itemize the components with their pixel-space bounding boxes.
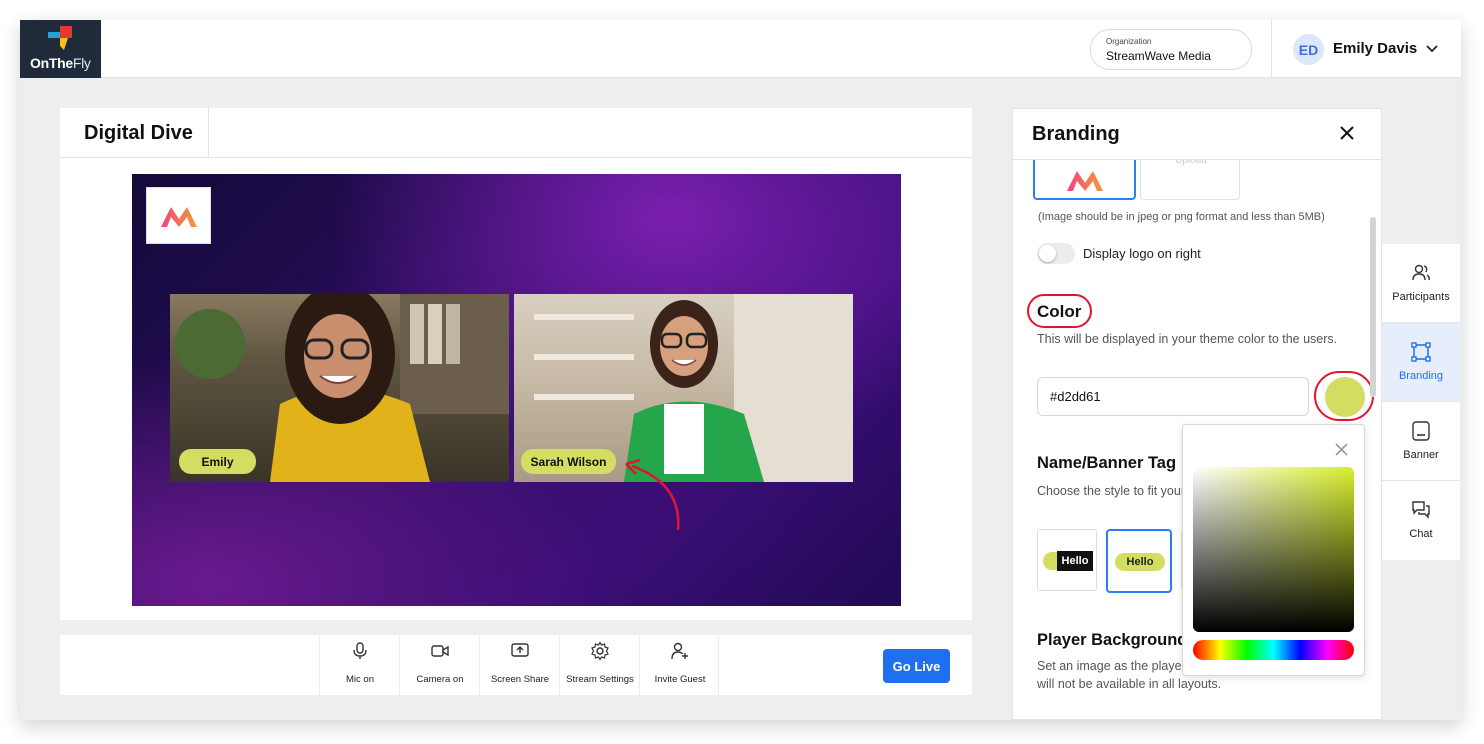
style-preview-text: Hello (1115, 553, 1165, 571)
name-tag: Sarah Wilson (521, 449, 616, 474)
organization-name: StreamWave Media (1106, 49, 1211, 63)
logo-right-toggle[interactable] (1037, 243, 1075, 264)
tag-style-option[interactable]: Hello (1037, 529, 1097, 591)
rail-item-chat[interactable]: Chat (1382, 481, 1460, 560)
invite-guest-button[interactable]: Invite Guest (639, 635, 719, 695)
panel-title: Branding (1032, 123, 1120, 145)
go-live-button[interactable]: Go Live (883, 649, 950, 683)
screen-share-label: Screen Share (490, 674, 550, 685)
toggle-knob (1039, 245, 1056, 262)
mic-label: Mic on (346, 674, 374, 685)
close-icon[interactable] (1338, 124, 1356, 142)
toggle-label: Display logo on right (1083, 246, 1201, 261)
color-picker (1182, 424, 1365, 676)
chevron-down-icon[interactable] (1424, 40, 1440, 56)
color-description: This will be displayed in your theme col… (1037, 332, 1338, 346)
brand-logo (146, 187, 211, 244)
scrollbar[interactable] (1370, 217, 1376, 397)
stage-card: Digital Dive Emily Sarah Wilson (60, 108, 972, 620)
brand-logo-icon (161, 207, 197, 227)
player-background-title: Player Background (1037, 631, 1188, 649)
hue-slider[interactable] (1193, 640, 1354, 660)
rail-label: Participants (1392, 291, 1450, 303)
app-window: OnTheFly Organization StreamWave Media E… (20, 20, 1461, 720)
organization-label: Organization (1106, 37, 1152, 46)
color-swatch-button[interactable] (1325, 377, 1365, 417)
rail-item-participants[interactable]: Participants (1382, 244, 1460, 323)
camera-label: Camera on (416, 674, 464, 685)
chat-icon (1412, 501, 1430, 519)
rail-label: Branding (1398, 370, 1444, 382)
app-logo[interactable]: OnTheFly (20, 20, 101, 78)
name-tag: Emily (179, 449, 256, 474)
rail-label: Chat (1409, 528, 1433, 540)
participants-icon (1412, 264, 1430, 281)
tag-style-option-selected[interactable]: Hello (1106, 529, 1172, 593)
top-bar: OnTheFly Organization StreamWave Media E… (20, 20, 1461, 78)
stream-canvas: Emily Sarah Wilson (132, 174, 901, 606)
stream-settings-button[interactable]: Stream Settings (559, 635, 639, 695)
gear-icon (591, 641, 609, 661)
invite-guest-label: Invite Guest (654, 674, 706, 685)
logo-mark-icon (48, 26, 72, 50)
saturation-value-area[interactable] (1193, 467, 1354, 632)
mic-button[interactable]: Mic on (319, 635, 399, 695)
side-rail: Participants Branding Banner Chat (1382, 244, 1460, 560)
annotation-arrow (625, 458, 680, 531)
image-note: (Image should be in jpeg or png format a… (1038, 211, 1325, 223)
branding-panel-header: Branding (1013, 109, 1381, 160)
color-title: Color (1037, 302, 1082, 321)
divider (1271, 20, 1272, 78)
style-preview-text: Hello (1057, 551, 1093, 571)
camera-button[interactable]: Camera on (399, 635, 479, 695)
divider (208, 108, 209, 158)
brand-logo-icon (1067, 171, 1103, 191)
organization-selector[interactable]: Organization StreamWave Media (1090, 29, 1252, 70)
color-hex-input[interactable] (1037, 377, 1309, 416)
camera-icon (431, 645, 449, 657)
rail-label: Banner (1403, 449, 1439, 461)
control-bar: Mic on Camera on Screen Share Stream Set… (60, 635, 972, 695)
screen-share-icon (511, 643, 529, 657)
add-user-icon (671, 642, 688, 660)
stage-header: Digital Dive (60, 108, 972, 158)
mic-icon (353, 642, 367, 659)
close-icon[interactable] (1335, 443, 1348, 456)
participant-video[interactable]: Emily (170, 294, 509, 482)
rail-item-banner[interactable]: Banner (1382, 402, 1460, 481)
name-tag-title: Name/Banner Tag (1037, 454, 1177, 472)
stage-title: Digital Dive (84, 122, 193, 144)
rail-item-branding[interactable]: Branding (1382, 323, 1460, 402)
branding-icon (1411, 342, 1431, 362)
logo-text: OnTheFly (30, 55, 91, 71)
screen-share-button[interactable]: Screen Share (479, 635, 559, 695)
stream-settings-label: Stream Settings (566, 674, 634, 685)
banner-icon (1412, 421, 1430, 441)
user-name[interactable]: Emily Davis (1333, 40, 1417, 57)
avatar[interactable]: ED (1293, 34, 1324, 65)
